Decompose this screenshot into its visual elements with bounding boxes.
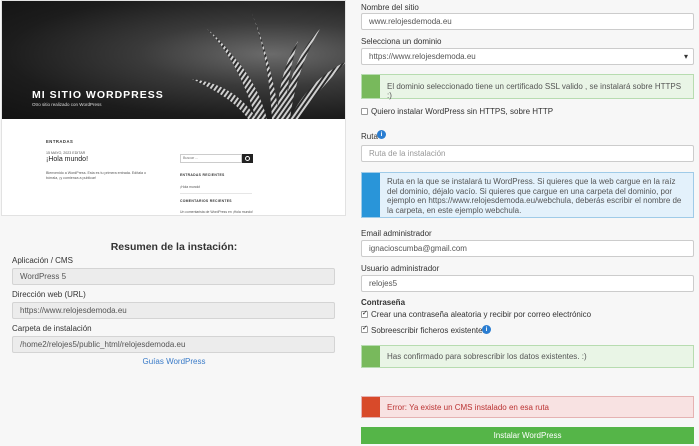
preview-widget-recent-posts-item: ¡Hola mundo! bbox=[180, 185, 201, 189]
overwrite-alert-text: Has confirmado para sobrescribir los dat… bbox=[387, 352, 587, 361]
error-alert-bar bbox=[362, 397, 380, 417]
overwrite-info-icon[interactable]: i bbox=[482, 325, 491, 334]
preview-widget-recent-posts: ENTRADAS RECIENTES bbox=[180, 173, 225, 177]
email-label: Email administrador bbox=[361, 229, 432, 238]
preview-post-title: ¡Hola mundo! bbox=[46, 156, 89, 163]
domain-select-value: https://www.relojesdemoda.eu bbox=[369, 52, 476, 61]
path-info-text: Ruta en la que se instalará tu WordPress… bbox=[387, 177, 682, 215]
app-label: Aplicación / CMS bbox=[12, 256, 73, 265]
url-label: Dirección web (URL) bbox=[12, 290, 86, 299]
preview-hero-image: MI SITIO WORDPRESS Otro sitio realizado … bbox=[2, 1, 345, 119]
preview-widget-recent-comments: COMENTARIOS RECIENTES bbox=[180, 199, 232, 203]
ssl-alert-bar bbox=[362, 75, 380, 98]
preview-widget-divider bbox=[180, 193, 252, 194]
user-input[interactable]: relojes5 bbox=[361, 275, 694, 292]
guides-link[interactable]: Guías WordPress bbox=[0, 357, 348, 366]
https-checkbox-label: Quiero instalar WordPress sin HTTPS, sob… bbox=[371, 107, 554, 116]
https-checkbox[interactable] bbox=[361, 108, 368, 115]
path-input[interactable]: Ruta de la instalación bbox=[361, 145, 694, 162]
overwrite-alert-bar bbox=[362, 346, 380, 367]
url-field: https://www.relojesdemoda.eu bbox=[12, 302, 335, 319]
preview-section-label: ENTRADAS bbox=[46, 139, 74, 144]
path-label: Ruta bbox=[361, 132, 378, 141]
password-label: Contraseña bbox=[361, 298, 406, 307]
overwrite-checkbox[interactable] bbox=[361, 324, 368, 333]
domain-label: Selecciona un dominio bbox=[361, 37, 442, 46]
site-name-label: Nombre del sitio bbox=[361, 3, 419, 12]
install-button[interactable]: Instalar WordPress bbox=[361, 427, 694, 444]
ssl-alert: El dominio seleccionado tiene un certifi… bbox=[361, 74, 694, 100]
path-info-alert-bar bbox=[362, 173, 380, 217]
overwrite-label: Sobreescribir ficheros existentes bbox=[371, 326, 487, 335]
path-info-alert: Ruta en la que se instalará tu WordPress… bbox=[361, 172, 694, 218]
folder-field: /home2/relojes5/public_html/relojesdemod… bbox=[12, 336, 335, 353]
preview-widget-recent-comments-item: Un comentarista de WordPress en ¡Hola mu… bbox=[180, 210, 254, 214]
preview-search-input: Buscar ... bbox=[180, 154, 242, 163]
app-field: WordPress 5 bbox=[12, 268, 335, 285]
random-password-label: Crear una contraseña aleatoria y recibir… bbox=[371, 310, 592, 319]
user-label: Usuario administrador bbox=[361, 264, 440, 273]
email-input[interactable]: ignacioscumba@gmail.com bbox=[361, 240, 694, 257]
overwrite-alert: Has confirmado para sobrescribir los dat… bbox=[361, 345, 694, 368]
site-name-input[interactable]: www.relojesdemoda.eu bbox=[361, 13, 694, 30]
theme-preview: MI SITIO WORDPRESS Otro sitio realizado … bbox=[1, 0, 346, 216]
domain-select[interactable]: https://www.relojesdemoda.eu bbox=[361, 48, 694, 65]
preview-content: ENTRADAS 15 MAYO, 2023 EDITAR ¡Hola mund… bbox=[2, 119, 345, 215]
error-alert: Error: Ya existe un CMS instalado en esa… bbox=[361, 396, 694, 418]
preview-search-icon bbox=[242, 154, 253, 163]
preview-post-excerpt: Bienvenido a WordPress. Esta es tu prime… bbox=[46, 171, 147, 180]
summary-title: Resumen de la instación: bbox=[110, 241, 238, 253]
random-password-checkbox[interactable] bbox=[361, 309, 368, 318]
path-info-icon[interactable]: i bbox=[377, 130, 386, 139]
preview-site-title: MI SITIO WORDPRESS bbox=[32, 89, 164, 101]
preview-post-date: 15 MAYO, 2023 EDITAR bbox=[46, 151, 86, 155]
preview-site-subtitle: Otro sitio realizado con WordPress bbox=[32, 102, 102, 107]
error-alert-text: Error: Ya existe un CMS instalado en esa… bbox=[387, 403, 550, 412]
folder-label: Carpeta de instalación bbox=[12, 324, 92, 333]
ssl-alert-text: El dominio seleccionado tiene un certifi… bbox=[387, 82, 682, 100]
